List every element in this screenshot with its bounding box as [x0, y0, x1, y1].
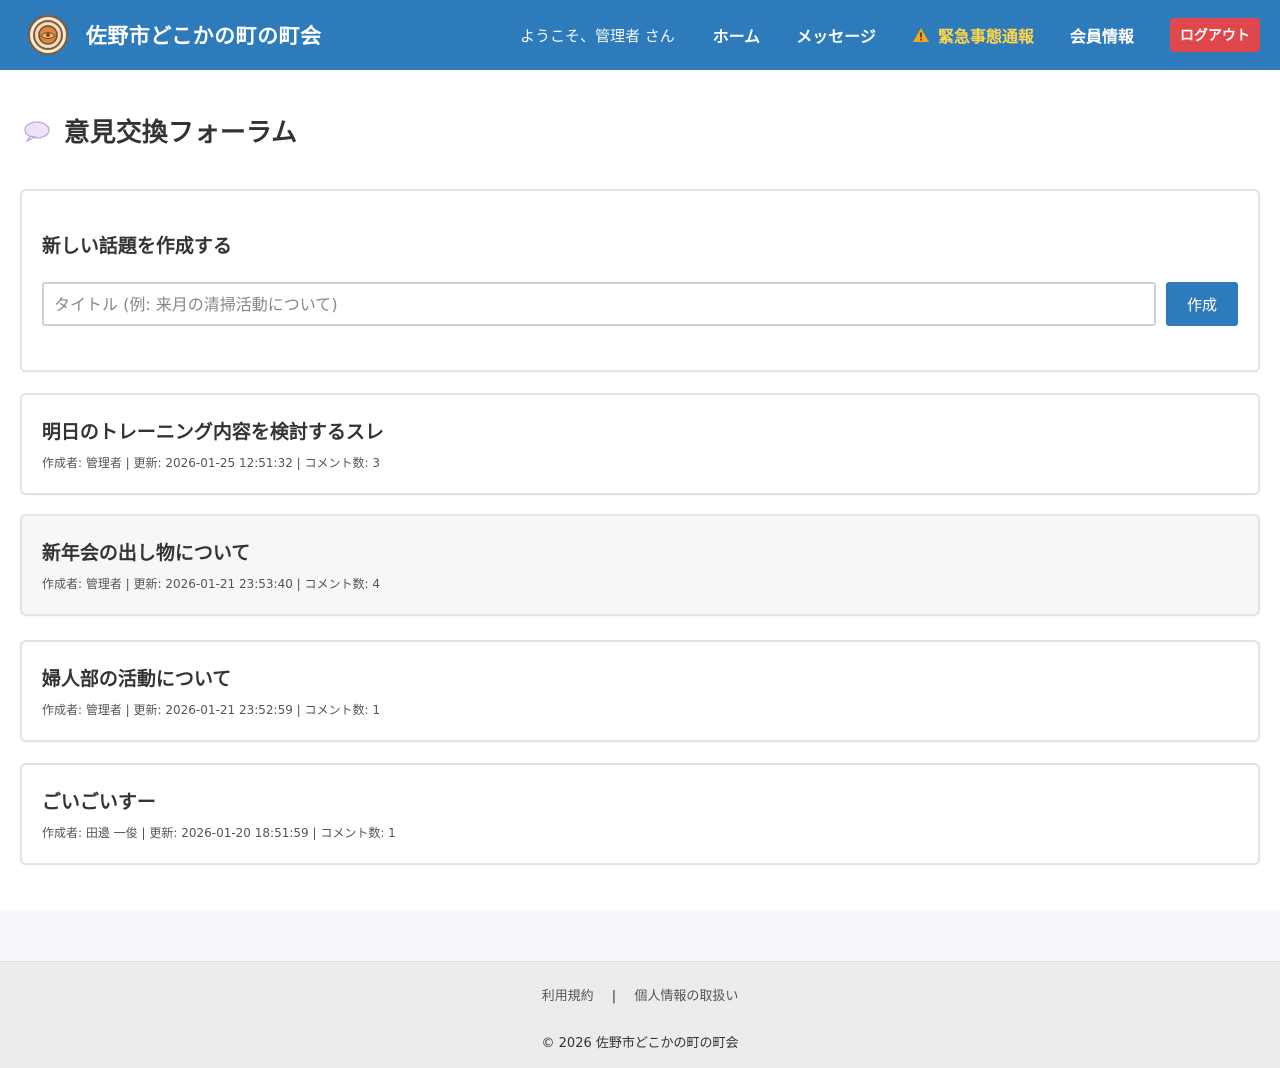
topic-meta: 作成者: 管理者 | 更新: 2026-01-21 23:52:59 | コメン…	[42, 703, 380, 717]
nav-messages[interactable]: メッセージ	[796, 23, 876, 47]
welcome-text: ようこそ、管理者 さん	[519, 26, 675, 45]
topic-title[interactable]: 新年会の出し物について	[42, 538, 1238, 565]
create-topic-card: 新しい話題を作成する 作成	[20, 189, 1260, 372]
topic-card[interactable]: 明日のトレーニング内容を検討するスレ 作成者: 管理者 | 更新: 2026-0…	[20, 393, 1260, 495]
footer-links: 利用規約 | 個人情報の取扱い	[0, 985, 1280, 1004]
topic-title[interactable]: ごいごいすー	[42, 787, 1238, 814]
site-title[interactable]: 佐野市どこかの町の町会	[86, 20, 322, 50]
page-bottom-spacer	[0, 910, 1280, 961]
privacy-link[interactable]: 個人情報の取扱い	[634, 989, 738, 1004]
nav-home[interactable]: ホーム	[713, 23, 761, 47]
site-footer: 利用規約 | 個人情報の取扱い © 2026 佐野市どこかの町の町会	[0, 961, 1280, 1068]
nav-emergency-label: 緊急事態通報	[937, 27, 1034, 46]
topic-card[interactable]: 婦人部の活動について 作成者: 管理者 | 更新: 2026-01-21 23:…	[20, 640, 1260, 742]
topic-meta: 作成者: 管理者 | 更新: 2026-01-21 23:53:40 | コメン…	[42, 577, 380, 591]
topic-title-input[interactable]	[42, 282, 1156, 326]
warning-icon	[912, 27, 930, 43]
speech-bubble-icon	[24, 120, 50, 142]
main-content: 意見交換フォーラム 新しい話題を作成する 作成 明日のトレーニング内容を検討する…	[0, 70, 1280, 910]
logout-button[interactable]: ログアウト	[1170, 18, 1260, 52]
topic-meta: 作成者: 田邊 一俊 | 更新: 2026-01-20 18:51:59 | コ…	[42, 826, 396, 840]
topic-card[interactable]: ごいごいすー 作成者: 田邊 一俊 | 更新: 2026-01-20 18:51…	[20, 763, 1260, 865]
logo-emblem-icon[interactable]	[28, 15, 68, 55]
topic-meta: 作成者: 管理者 | 更新: 2026-01-25 12:51:32 | コメン…	[42, 456, 380, 470]
nav-emergency[interactable]: 緊急事態通報	[912, 23, 1034, 47]
topic-title[interactable]: 明日のトレーニング内容を検討するスレ	[42, 417, 1238, 444]
copyright-text: © 2026 佐野市どこかの町の町会	[541, 1036, 739, 1051]
nav-members[interactable]: 会員情報	[1070, 23, 1134, 47]
page-title-text: 意見交換フォーラム	[64, 118, 298, 148]
topic-card[interactable]: 新年会の出し物について 作成者: 管理者 | 更新: 2026-01-21 23…	[20, 514, 1260, 616]
footer-separator: |	[611, 989, 617, 1004]
create-topic-heading: 新しい話題を作成する	[42, 235, 233, 257]
site-header: 佐野市どこかの町の町会 ようこそ、管理者 さん ホーム メッセージ 緊急事態通報…	[0, 0, 1280, 70]
page-title: 意見交換フォーラム	[24, 112, 1260, 149]
terms-link[interactable]: 利用規約	[542, 989, 594, 1004]
create-topic-row: 作成	[42, 282, 1238, 326]
create-button[interactable]: 作成	[1166, 282, 1238, 326]
topic-title[interactable]: 婦人部の活動について	[42, 664, 1238, 691]
